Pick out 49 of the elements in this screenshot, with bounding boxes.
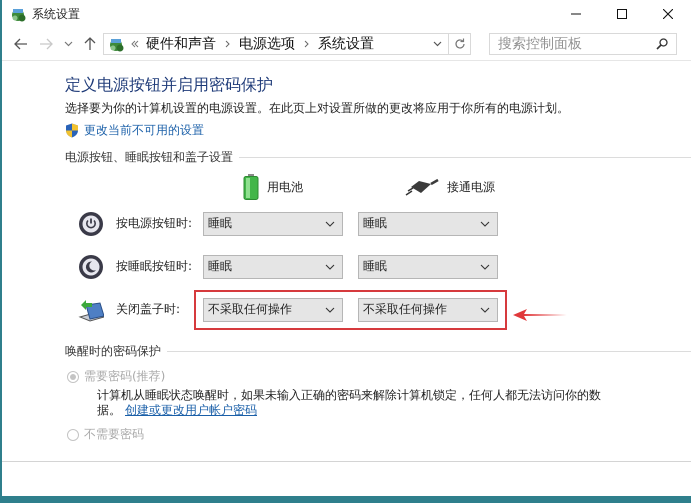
chevron-down-icon <box>325 220 335 226</box>
dropdown[interactable]: 不采取任何操作 <box>358 298 498 322</box>
chevron-down-icon <box>480 306 490 312</box>
power-plug-icon <box>405 178 439 196</box>
chevron-down-icon <box>325 264 335 270</box>
option-description: 计算机从睡眠状态唤醒时，如果未输入正确的密码来解除计算机锁定，任何人都无法访问你的数 <box>97 388 602 403</box>
up-arrow-icon[interactable] <box>84 37 96 51</box>
dropdown[interactable]: 睡眠 <box>203 212 343 236</box>
dropdown[interactable]: 睡眠 <box>203 254 343 278</box>
breadcrumb-item[interactable]: 系统设置 <box>318 35 374 53</box>
window-title: 系统设置 <box>32 6 80 22</box>
breadcrumb-item[interactable]: 电源选项 <box>239 35 295 53</box>
chevron-down-icon <box>325 306 335 312</box>
refresh-icon <box>454 38 466 50</box>
chevron-down-icon <box>480 220 490 226</box>
chevron-down-icon[interactable] <box>433 41 442 47</box>
shield-icon <box>65 123 79 138</box>
section-title: 电源按钮、睡眠按钮和盖子设置 <box>65 149 233 166</box>
option-description: 据。 <box>97 403 121 418</box>
battery-icon <box>243 174 259 200</box>
dropdown[interactable]: 睡眠 <box>358 254 498 278</box>
settings-link[interactable]: 更改当前不可用的设置 <box>84 122 204 139</box>
double-chevron-icon <box>131 40 139 48</box>
row-label: 按睡眠按钮时: <box>116 258 194 275</box>
chevron-down-icon[interactable] <box>64 41 73 47</box>
breadcrumb-item[interactable]: 硬件和声音 <box>146 35 216 53</box>
dropdown[interactable]: 睡眠 <box>358 212 498 236</box>
close-icon <box>663 9 673 19</box>
dropdown[interactable]: 不采取任何操作 <box>203 298 343 322</box>
page-heading: 定义电源按钮并启用密码保护 <box>65 74 274 96</box>
column-header: 接通电源 <box>447 178 495 196</box>
chevron-right-icon <box>304 40 309 48</box>
chevron-down-icon <box>480 264 490 270</box>
description-text: 选择要为你的计算机设置的电源设置。在此页上对设置所做的更改将应用于你所有的电源计划。 <box>65 100 570 116</box>
control-panel-icon <box>108 36 124 52</box>
row-label: 按电源按钮时: <box>116 215 194 232</box>
sleep-button-icon <box>78 254 104 280</box>
maximize-icon <box>617 9 627 19</box>
chevron-right-icon <box>225 40 230 48</box>
search-icon <box>656 38 668 50</box>
section-title: 唤醒时的密码保护 <box>65 343 161 360</box>
power-button-icon <box>78 210 104 236</box>
column-header: 用电池 <box>267 178 303 196</box>
address-bar[interactable]: 硬件和声音 电源选项 系统设置 <box>103 33 449 55</box>
control-panel-icon <box>10 6 26 22</box>
search-field[interactable]: 搜索控制面板 <box>489 33 677 55</box>
back-arrow-icon[interactable] <box>14 38 28 50</box>
row-label: 关闭盖子时: <box>116 301 182 318</box>
refresh-button[interactable] <box>449 33 471 55</box>
